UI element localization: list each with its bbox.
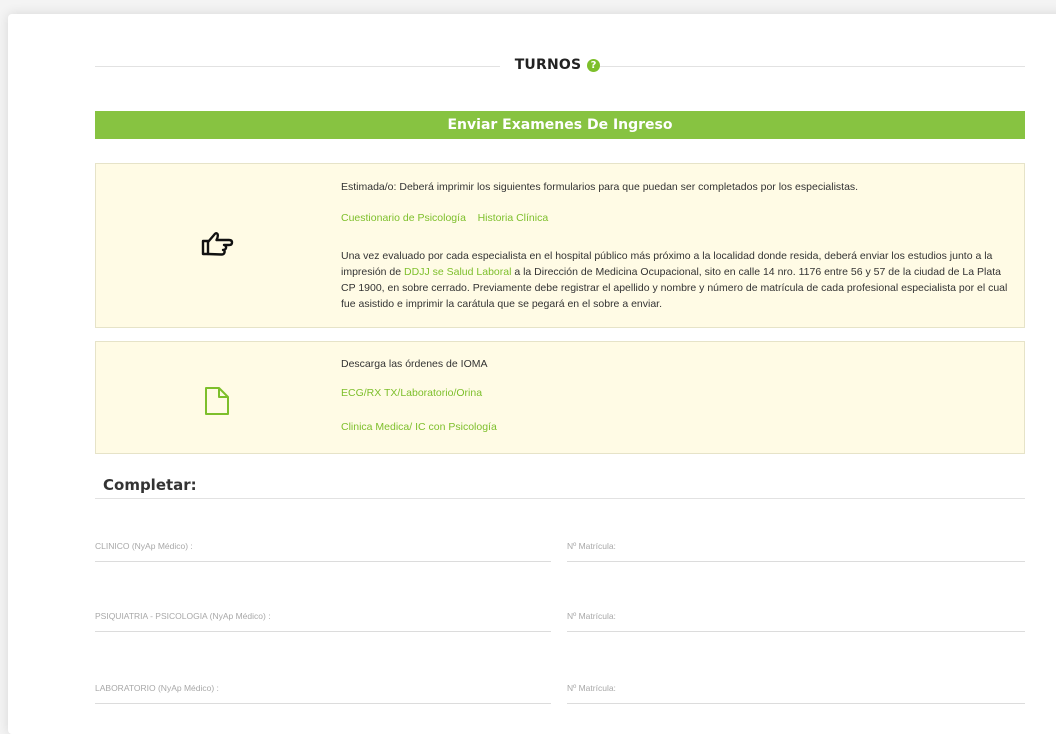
forms-links: Cuestionario de Psicología Historia Clín… [341,210,1011,226]
clinico-input[interactable] [95,533,551,561]
document-icon [205,387,229,415]
clinico-matricula-field[interactable]: Nº Matrícula: [567,533,1025,562]
clinical-history-link[interactable]: Historia Clínica [478,212,549,224]
psiquiatria-field[interactable]: PSIQUIATRIA - PSICOLOGIA (NyAp Médico) : [95,603,551,632]
ddjj-salud-laboral-link[interactable]: DDJJ se Salud Laboral [404,266,511,278]
complete-divider [95,498,1025,499]
ioma-link-row-2: Clinica Medica/ IC con Psicología [341,419,1011,435]
clinico-matricula-input[interactable] [567,533,1025,561]
psiquiatria-matricula-input[interactable] [567,603,1025,631]
laboratorio-matricula-input[interactable] [567,675,1025,703]
section-header: TURNOS ? [95,57,1025,77]
laboratorio-input[interactable] [95,675,551,703]
ioma-panel: Descarga las órdenes de IOMA ECG/RX TX/L… [95,341,1025,454]
psiquiatria-matricula-field[interactable]: Nº Matrícula: [567,603,1025,632]
complete-section-title: Completar: [103,476,197,494]
hand-pointing-right-icon [201,232,234,256]
header-divider-right [600,66,1025,67]
forms-panel: Estimada/o: Deberá imprimir los siguient… [95,163,1025,328]
send-exams-banner: Enviar Examenes De Ingreso [95,111,1025,139]
help-icon[interactable]: ? [587,59,600,72]
forms-intro-text: Estimada/o: Deberá imprimir los siguient… [341,181,859,193]
ioma-clinica-link[interactable]: Clinica Medica/ IC con Psicología [341,421,497,433]
forms-instructions-text: Una vez evaluado por cada especialista e… [341,248,1011,312]
laboratorio-matricula-field[interactable]: Nº Matrícula: [567,675,1025,704]
laboratorio-field[interactable]: LABORATORIO (NyAp Médico) : [95,675,551,704]
ioma-intro-text: Descarga las órdenes de IOMA [341,358,488,370]
ioma-ecg-link[interactable]: ECG/RX TX/Laboratorio/Orina [341,387,482,399]
page-title: TURNOS [514,57,582,73]
psychology-questionnaire-link[interactable]: Cuestionario de Psicología [341,212,466,224]
clinico-field[interactable]: CLINICO (NyAp Médico) : [95,533,551,562]
ioma-link-row-1: ECG/RX TX/Laboratorio/Orina [341,385,1011,401]
psiquiatria-input[interactable] [95,603,551,631]
